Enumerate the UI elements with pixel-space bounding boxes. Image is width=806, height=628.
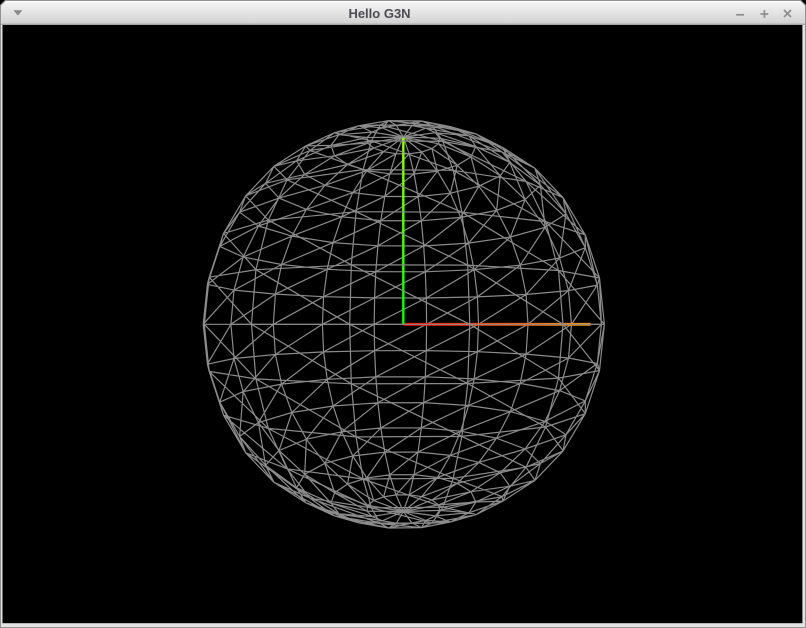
svg-text:Hello G3N: Hello G3N [348,6,410,21]
